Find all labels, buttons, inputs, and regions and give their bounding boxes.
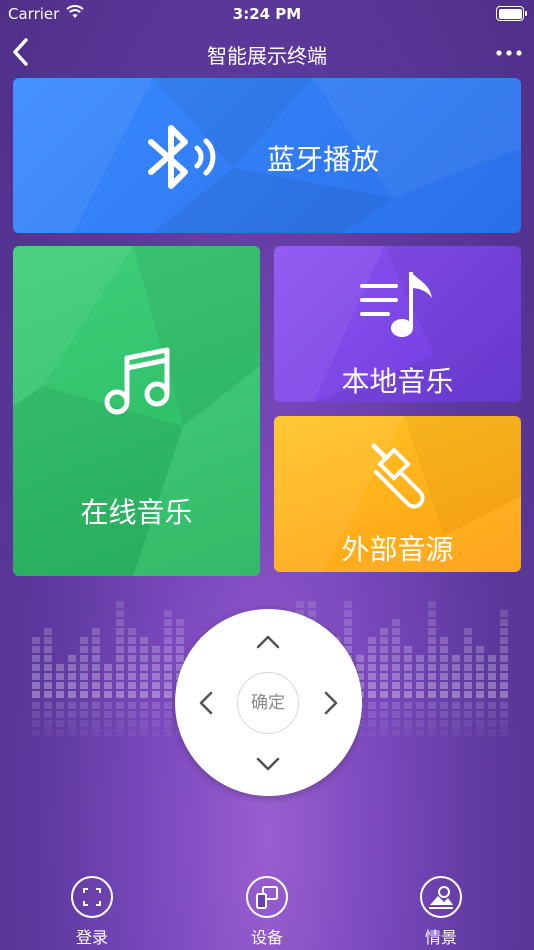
status-bar: Carrier 3:24 PM <box>0 0 534 28</box>
nav-bar: 智能展示终端 <box>0 28 534 76</box>
page-title: 智能展示终端 <box>207 44 327 68</box>
battery-icon <box>496 6 527 21</box>
audio-jack-icon <box>371 443 425 509</box>
tab-login[interactable]: 登录 <box>52 876 132 948</box>
bluetooth-play-label: 蓝牙播放 <box>267 143 380 176</box>
arrow-up-button[interactable] <box>253 627 283 657</box>
music-note-icon <box>104 347 170 415</box>
ok-button[interactable]: 确定 <box>237 672 299 734</box>
tab-devices[interactable]: 设备 <box>227 876 307 948</box>
bluetooth-icon <box>148 125 216 189</box>
more-icon[interactable] <box>494 38 524 68</box>
local-music-label: 本地音乐 <box>341 365 454 398</box>
scene-icon <box>420 876 462 918</box>
online-music-tile[interactable]: 在线音乐 <box>13 246 260 576</box>
tab-login-label: 登录 <box>75 928 108 947</box>
tab-devices-label: 设备 <box>250 928 283 947</box>
arrow-left-button[interactable] <box>191 688 221 718</box>
arrow-right-button[interactable] <box>316 688 346 718</box>
playlist-icon <box>360 272 432 337</box>
local-music-tile[interactable]: 本地音乐 <box>274 246 521 402</box>
tab-scene-label: 情景 <box>424 928 457 947</box>
arrow-down-button[interactable] <box>253 749 283 779</box>
external-source-tile[interactable]: 外部音源 <box>274 416 521 572</box>
tab-bar: 登录 设备 情景 <box>0 868 534 950</box>
direction-pad: 确定 <box>175 609 362 796</box>
devices-icon <box>246 876 288 918</box>
scan-icon <box>71 876 113 918</box>
tab-scene[interactable]: 情景 <box>401 876 481 948</box>
status-time: 3:24 PM <box>232 5 302 23</box>
external-source-label: 外部音源 <box>341 533 454 566</box>
bluetooth-play-tile[interactable]: 蓝牙播放 <box>13 78 521 233</box>
online-music-label: 在线音乐 <box>80 496 193 529</box>
